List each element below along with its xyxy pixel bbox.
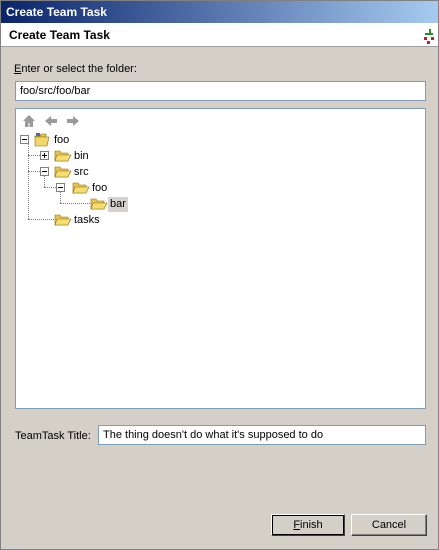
folder-path-input[interactable] — [15, 81, 426, 101]
teamtask-title-label: TeamTask Title: — [15, 430, 91, 442]
cancel-button[interactable]: Cancel — [351, 514, 427, 536]
banner-title: Create Team Task — [9, 28, 110, 42]
folder-tree: foo bin src foo bar tasks — [16, 109, 425, 408]
collapse-src-foo-toggle[interactable] — [56, 183, 65, 192]
finish-button[interactable]: Finish — [271, 514, 345, 536]
wizard-icon — [422, 28, 436, 44]
window-title: Create Team Task — [1, 1, 438, 23]
folder-tree-panel[interactable]: foo bin src foo bar tasks — [15, 108, 426, 409]
project-folder-icon — [34, 132, 52, 148]
tree-node-bin[interactable]: bin — [54, 148, 91, 164]
expand-bin-toggle[interactable] — [40, 151, 49, 160]
selected-node-label: bar — [108, 196, 128, 212]
tree-node-src-foo[interactable]: foo — [72, 180, 109, 196]
create-team-task-dialog: Create Team Task Create Team Task Enter … — [0, 0, 439, 550]
collapse-src-toggle[interactable] — [40, 167, 49, 176]
folder-icon — [54, 164, 72, 180]
teamtask-title-input[interactable] — [98, 425, 426, 445]
tree-node-src[interactable]: src — [54, 164, 91, 180]
tree-node-bar[interactable]: bar — [90, 196, 128, 212]
folder-icon — [90, 196, 108, 212]
tree-node-tasks[interactable]: tasks — [54, 212, 102, 228]
wizard-banner: Create Team Task — [1, 23, 438, 47]
folder-icon — [54, 148, 72, 164]
folder-label: Enter or select the folder: — [14, 63, 137, 75]
collapse-foo-toggle[interactable] — [20, 135, 29, 144]
folder-icon — [72, 180, 90, 196]
folder-icon — [54, 212, 72, 228]
tree-node-foo[interactable]: foo — [34, 132, 71, 148]
